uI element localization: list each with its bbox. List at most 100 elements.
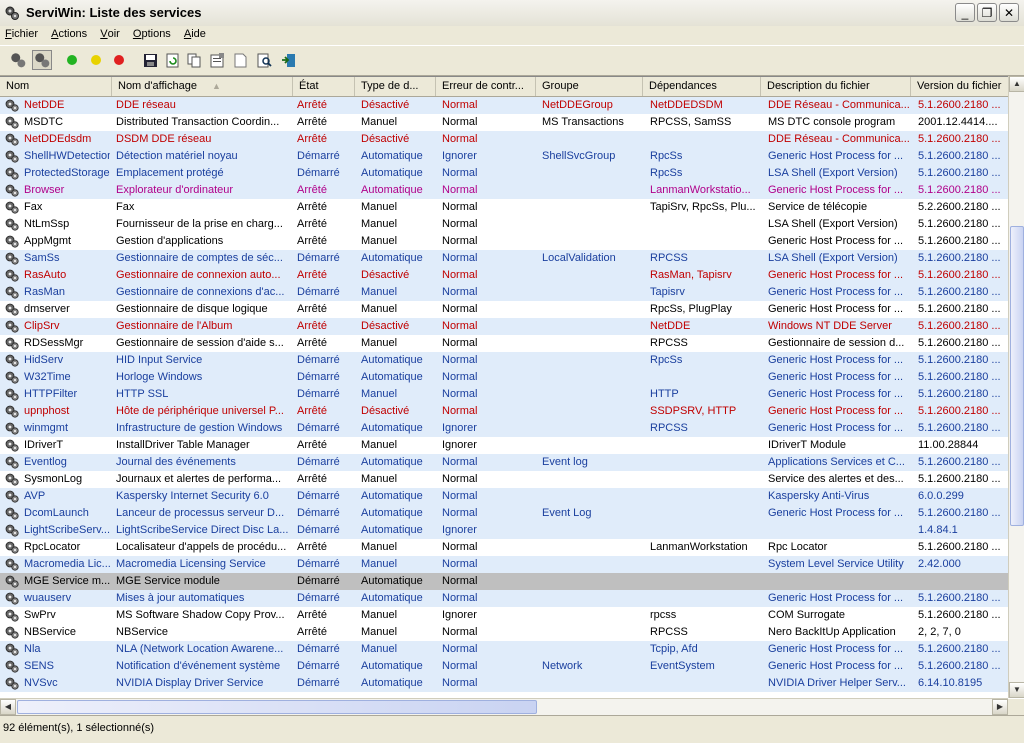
table-row[interactable]: RDSessMgr Gestionnaire de session d'aide … — [0, 335, 1008, 352]
stop-button[interactable] — [109, 50, 129, 70]
table-row[interactable]: Browser Explorateur d'ordinateur Arrêté Aut… — [0, 182, 1008, 199]
menu-actions[interactable]: Actions — [46, 26, 92, 40]
service-gear-icon — [5, 405, 19, 418]
cell-description-fichier: MS DTC console program — [768, 116, 896, 128]
copy-button[interactable] — [184, 50, 204, 70]
menu-aide[interactable]: Aide — [179, 26, 211, 40]
col-groupe[interactable]: Groupe — [536, 77, 643, 96]
services-list[interactable]: Nom Nom d'affichage ▲ État Type de d... E… — [0, 76, 1024, 699]
table-row[interactable]: RasMan Gestionnaire de connexions d'ac...… — [0, 284, 1008, 301]
table-row[interactable]: IDriverT InstallDriver Table Manager Arrêt… — [0, 437, 1008, 454]
table-row[interactable]: SwPrv MS Software Shadow Copy Prov... Arrê… — [0, 607, 1008, 624]
cell-nom-affichage: Journal des événements — [116, 456, 236, 468]
table-row[interactable]: RasAuto Gestionnaire de connexion auto...… — [0, 267, 1008, 284]
service-gear-icon — [5, 252, 19, 265]
cell-nom: SwPrv — [24, 609, 56, 621]
table-row[interactable]: NBService NBService Arrêté Manuel Normal RPCS… — [0, 624, 1008, 641]
col-dependances[interactable]: Dépendances — [643, 77, 761, 96]
minimize-button[interactable]: _ — [955, 3, 975, 22]
col-description-fichier[interactable]: Description du fichier — [761, 77, 911, 96]
menu-voir[interactable]: Voir — [95, 26, 125, 40]
table-row[interactable]: Fax Fax Arrêté Manuel Normal TapiSrv, RpcSs, … — [0, 199, 1008, 216]
cell-etat: Démarré — [297, 677, 340, 689]
col-nom[interactable]: Nom — [0, 77, 112, 96]
col-erreur-controle[interactable]: Erreur de contr... — [436, 77, 536, 96]
drivers-view-button[interactable] — [32, 50, 52, 70]
toolbar — [0, 45, 1024, 76]
html-report-button[interactable] — [230, 50, 250, 70]
table-row[interactable]: SysmonLog Journaux et alertes de performa… — [0, 471, 1008, 488]
cell-dependances — [648, 488, 760, 505]
table-row[interactable]: AVP Kaspersky Internet Security 6.0 Démarr… — [0, 488, 1008, 505]
table-row[interactable]: NetDDEdsdm DSDM DDE réseau Arrêté Désactivé… — [0, 131, 1008, 148]
cell-dependances — [648, 437, 760, 454]
table-row[interactable]: ProtectedStorage Emplacement protégé Démar… — [0, 165, 1008, 182]
menu-options[interactable]: Options — [128, 26, 176, 40]
menu-fichier[interactable]: Fichier — [0, 26, 43, 40]
table-row[interactable]: upnphost Hôte de périphérique universel P… — [0, 403, 1008, 420]
service-gear-icon — [5, 269, 19, 282]
table-row[interactable]: RpcLocator Localisateur d'appels de procé… — [0, 539, 1008, 556]
col-type-demarrage[interactable]: Type de d... — [355, 77, 436, 96]
col-etat[interactable]: État — [293, 77, 355, 96]
table-row[interactable]: NtLmSsp Fournisseur de la prise en charg.… — [0, 216, 1008, 233]
service-gear-icon — [5, 320, 19, 333]
properties-button[interactable] — [207, 50, 227, 70]
table-row[interactable]: MSDTC Distributed Transaction Coordin... A… — [0, 114, 1008, 131]
cell-description-fichier: Generic Host Process for ... — [768, 354, 904, 366]
table-row[interactable]: W32Time Horloge Windows Démarré Automatique… — [0, 369, 1008, 386]
cell-nom-affichage: DSDM DDE réseau — [116, 133, 212, 145]
save-button[interactable] — [140, 50, 160, 70]
services-view-button[interactable] — [8, 50, 28, 70]
vertical-scroll-thumb[interactable] — [1010, 226, 1024, 526]
service-gear-icon — [5, 184, 19, 197]
horizontal-scroll-thumb[interactable] — [17, 700, 537, 714]
restore-button[interactable]: ❐ — [977, 3, 997, 22]
cell-etat: Arrêté — [297, 439, 327, 451]
table-row[interactable]: Macromedia Lic... Macromedia Licensing Se… — [0, 556, 1008, 573]
exit-button[interactable] — [278, 50, 298, 70]
scroll-down-button[interactable]: ▼ — [1009, 682, 1024, 698]
table-row[interactable]: SamSs Gestionnaire de comptes de séc... Dé… — [0, 250, 1008, 267]
table-row[interactable]: dmserver Gestionnaire de disque logique Ar… — [0, 301, 1008, 318]
cell-groupe — [540, 131, 642, 148]
col-nom-affichage[interactable]: Nom d'affichage ▲ — [112, 77, 293, 96]
pause-button[interactable] — [86, 50, 106, 70]
table-row[interactable]: DcomLaunch Lanceur de processus serveur D… — [0, 505, 1008, 522]
table-row[interactable]: Eventlog Journal des événements Démarré Aut… — [0, 454, 1008, 471]
table-row[interactable]: NVSvc NVIDIA Display Driver Service Démarr… — [0, 675, 1008, 692]
cell-erreur-controle: Normal — [442, 337, 478, 349]
cell-erreur-controle: Normal — [442, 201, 478, 213]
refresh-button[interactable] — [162, 50, 182, 70]
table-row[interactable]: HTTPFilter HTTP SSL Démarré Manuel Normal HTT… — [0, 386, 1008, 403]
cell-nom: AVP — [24, 490, 46, 502]
cell-version-fichier: 5.1.2600.2180 ... — [918, 388, 1001, 400]
cell-groupe — [540, 233, 642, 250]
table-row[interactable]: ClipSrv Gestionnaire de l'Album Arrêté Désa… — [0, 318, 1008, 335]
scroll-up-button[interactable]: ▲ — [1009, 76, 1024, 92]
cell-version-fichier: 2.42.000 — [918, 558, 961, 570]
col-version-fichier[interactable]: Version du fichier — [911, 77, 1008, 96]
vertical-scrollbar[interactable]: ▲ ▼ — [1008, 76, 1024, 698]
start-button[interactable] — [62, 50, 82, 70]
table-row[interactable]: winmgmt Infrastructure de gestion Windows… — [0, 420, 1008, 437]
table-row[interactable]: ShellHWDetection Détection matériel noyau… — [0, 148, 1008, 165]
table-row[interactable]: SENS Notification d'événement système Déma… — [0, 658, 1008, 675]
table-row[interactable]: AppMgmt Gestion d'applications Arrêté Manue… — [0, 233, 1008, 250]
scroll-left-button[interactable]: ◀ — [0, 699, 16, 715]
horizontal-scrollbar[interactable]: ◀ ▶ — [0, 698, 1008, 715]
table-row[interactable]: HidServ HID Input Service Démarré Automatiq… — [0, 352, 1008, 369]
close-button[interactable]: ✕ — [999, 3, 1019, 22]
find-button[interactable] — [254, 50, 274, 70]
cell-dependances: NetDDE — [650, 320, 691, 332]
cell-nom: dmserver — [24, 303, 70, 315]
table-row[interactable]: MGE Service m... MGE Service module Démarr… — [0, 573, 1008, 590]
table-row[interactable]: NetDDE DDE réseau Arrêté Désactivé Normal Net… — [0, 97, 1008, 114]
scroll-right-button[interactable]: ▶ — [992, 699, 1008, 715]
cell-etat: Arrêté — [297, 320, 327, 332]
service-gear-icon — [5, 422, 19, 435]
table-row[interactable]: LightScribeServ... LightScribeService Dir… — [0, 522, 1008, 539]
table-row[interactable]: Nla NLA (Network Location Awarene... Démar… — [0, 641, 1008, 658]
service-gear-icon — [5, 150, 19, 163]
table-row[interactable]: wuauserv Mises à jour automatiques Démarré… — [0, 590, 1008, 607]
